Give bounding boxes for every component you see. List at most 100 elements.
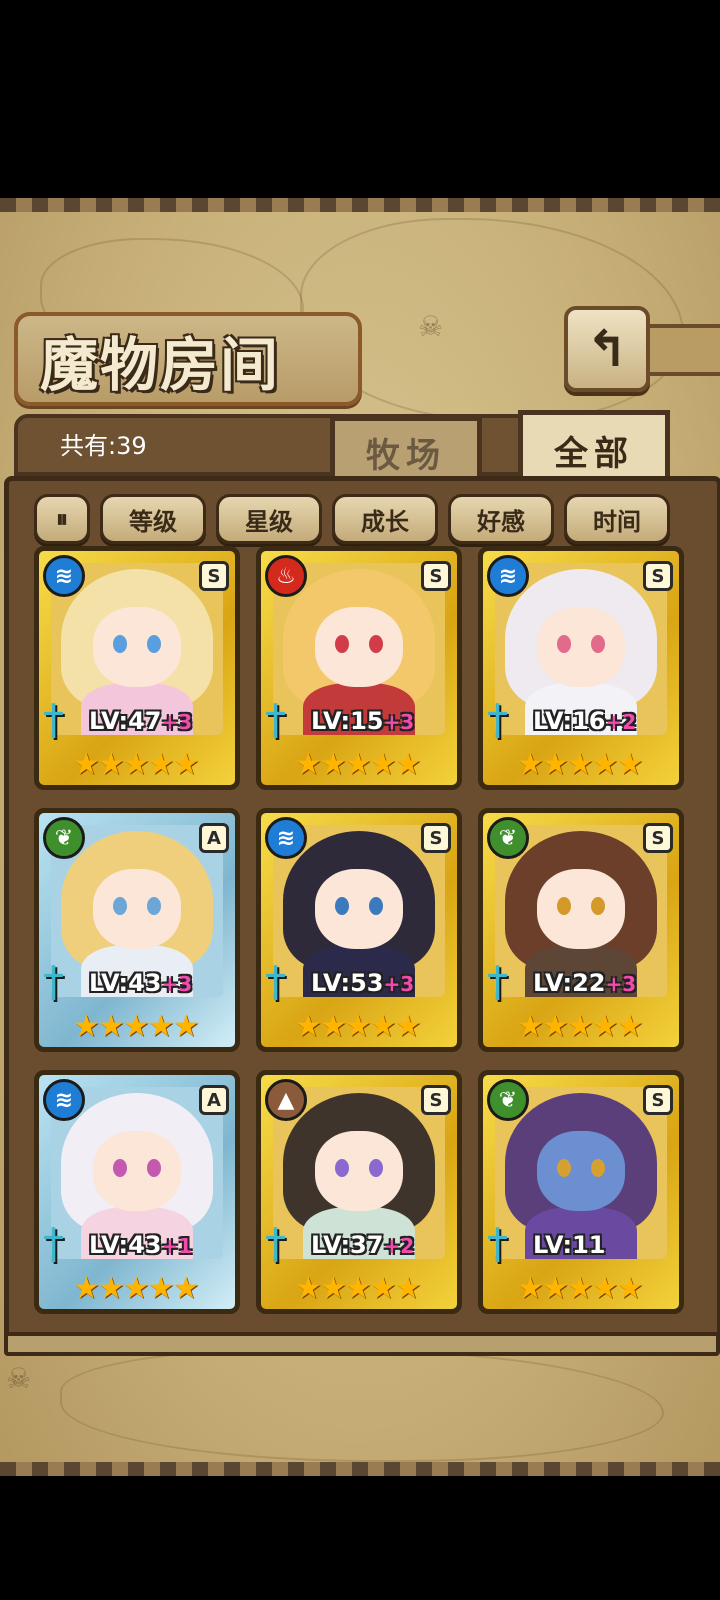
sword-icon: † xyxy=(43,957,64,1006)
level-label: LV:43+3 xyxy=(89,969,192,997)
water-element-icon: ≋ xyxy=(265,817,307,859)
sort-level-button[interactable]: 等级 xyxy=(100,494,206,544)
page-title: 魔物房间 xyxy=(40,331,281,399)
star-rating: ★★★★★ xyxy=(517,747,643,782)
portrait-eye xyxy=(113,635,127,653)
level-bonus: +3 xyxy=(605,972,637,996)
rank-badge: S xyxy=(421,823,451,853)
level-value: LV:53 xyxy=(311,969,384,997)
map-decoration xyxy=(60,1348,664,1462)
sword-icon: † xyxy=(265,957,286,1006)
earth-element-icon: ▲ xyxy=(265,1079,307,1121)
level-label: LV:53+3 xyxy=(311,969,414,997)
monster-card[interactable]: ♨ S † LV:15+3 ★★★★★ xyxy=(256,546,462,790)
portrait-eye xyxy=(113,897,127,915)
rank-badge: A xyxy=(199,1085,229,1115)
star-rating: ★★★★★ xyxy=(295,1009,421,1044)
rank-badge: S xyxy=(421,1085,451,1115)
level-value: LV:15 xyxy=(311,707,384,735)
monster-card[interactable]: ≋ S † LV:16+2 ★★★★★ xyxy=(478,546,684,790)
level-value: LV:22 xyxy=(533,969,606,997)
level-value: LV:43 xyxy=(89,969,162,997)
level-label: LV:15+3 xyxy=(311,707,414,735)
sword-icon: † xyxy=(265,1219,286,1268)
wood-element-icon: ❦ xyxy=(43,817,85,859)
water-element-icon: ≋ xyxy=(43,555,85,597)
sort-affection-button[interactable]: 好感 xyxy=(448,494,554,544)
portrait-eye xyxy=(335,635,349,653)
star-rating: ★★★★★ xyxy=(517,1009,643,1044)
sort-time-button[interactable]: 时间 xyxy=(564,494,670,544)
water-element-icon: ≋ xyxy=(487,555,529,597)
back-arrow-icon: ↰ xyxy=(586,320,628,378)
monster-card[interactable]: ▲ S † LV:37+2 ★★★★★ xyxy=(256,1070,462,1314)
level-value: LV:11 xyxy=(533,1231,606,1259)
level-label: LV:47+3 xyxy=(89,707,192,735)
sword-icon: † xyxy=(487,695,508,744)
portrait-eye xyxy=(147,897,161,915)
wood-element-icon: ❦ xyxy=(487,817,529,859)
level-bonus: +2 xyxy=(383,1234,415,1258)
portrait-face xyxy=(537,607,625,687)
level-label: LV:43+1 xyxy=(89,1231,192,1259)
star-rating: ★★★★★ xyxy=(73,1271,199,1306)
portrait-face xyxy=(93,607,181,687)
sword-icon: † xyxy=(487,957,508,1006)
level-value: LV:37 xyxy=(311,1231,384,1259)
sword-icon: † xyxy=(43,695,64,744)
portrait-eye xyxy=(335,1159,349,1177)
monster-card[interactable]: ≋ S † LV:53+3 ★★★★★ xyxy=(256,808,462,1052)
back-rail xyxy=(642,324,720,376)
wood-element-icon: ❦ xyxy=(487,1079,529,1121)
portrait-eye xyxy=(369,1159,383,1177)
level-label: LV:22+3 xyxy=(533,969,636,997)
star-rating: ★★★★★ xyxy=(73,747,199,782)
portrait-eye xyxy=(557,1159,571,1177)
level-value: LV:43 xyxy=(89,1231,162,1259)
level-bonus: +2 xyxy=(605,710,637,734)
monster-room-screen: ☠ ☠ 魔物房间 ↰ 共有:39 牧场 全部 ⏸ 等级 星级 成长 好感 时间 … xyxy=(0,198,720,1476)
bottom-border xyxy=(0,1462,720,1476)
level-label: LV:37+2 xyxy=(311,1231,414,1259)
top-border xyxy=(0,198,720,212)
fire-element-icon: ♨ xyxy=(265,555,307,597)
star-rating: ★★★★★ xyxy=(295,747,421,782)
level-bonus: +3 xyxy=(383,972,415,996)
portrait-face xyxy=(315,869,403,949)
portrait-face xyxy=(93,869,181,949)
sort-growth-button[interactable]: 成长 xyxy=(332,494,438,544)
portrait-eye xyxy=(147,1159,161,1177)
pause-icon: ⏸ xyxy=(56,505,68,533)
star-rating: ★★★★★ xyxy=(517,1271,643,1306)
skull-icon: ☠ xyxy=(6,1362,32,1395)
level-value: LV:47 xyxy=(89,707,162,735)
filter-toggle-button[interactable]: ⏸ xyxy=(34,494,90,544)
level-value: LV:16 xyxy=(533,707,606,735)
monster-card[interactable]: ≋ S † LV:47+3 ★★★★★ xyxy=(34,546,240,790)
portrait-eye xyxy=(591,635,605,653)
level-bonus: +3 xyxy=(161,972,193,996)
portrait-eye xyxy=(335,897,349,915)
sort-star-button[interactable]: 星级 xyxy=(216,494,322,544)
sword-icon: † xyxy=(265,695,286,744)
portrait-face xyxy=(93,1131,181,1211)
level-label: LV:16+2 xyxy=(533,707,636,735)
portrait-eye xyxy=(369,635,383,653)
tab-ranch[interactable]: 牧场 xyxy=(330,416,482,483)
monster-card[interactable]: ❦ A † LV:43+3 ★★★★★ xyxy=(34,808,240,1052)
monster-card[interactable]: ❦ S † LV:11 ★★★★★ xyxy=(478,1070,684,1314)
star-rating: ★★★★★ xyxy=(295,1271,421,1306)
back-button[interactable]: ↰ xyxy=(564,306,650,392)
portrait-eye xyxy=(591,1159,605,1177)
portrait-eye xyxy=(557,897,571,915)
skull-icon: ☠ xyxy=(418,310,444,343)
portrait-eye xyxy=(147,635,161,653)
rank-badge: S xyxy=(421,561,451,591)
portrait-eye xyxy=(369,897,383,915)
level-bonus: +3 xyxy=(383,710,415,734)
monster-card[interactable]: ≋ A † LV:43+1 ★★★★★ xyxy=(34,1070,240,1314)
level-label: LV:11 xyxy=(533,1231,605,1259)
monster-card[interactable]: ❦ S † LV:22+3 ★★★★★ xyxy=(478,808,684,1052)
portrait-face xyxy=(537,1131,625,1211)
portrait-face xyxy=(315,1131,403,1211)
